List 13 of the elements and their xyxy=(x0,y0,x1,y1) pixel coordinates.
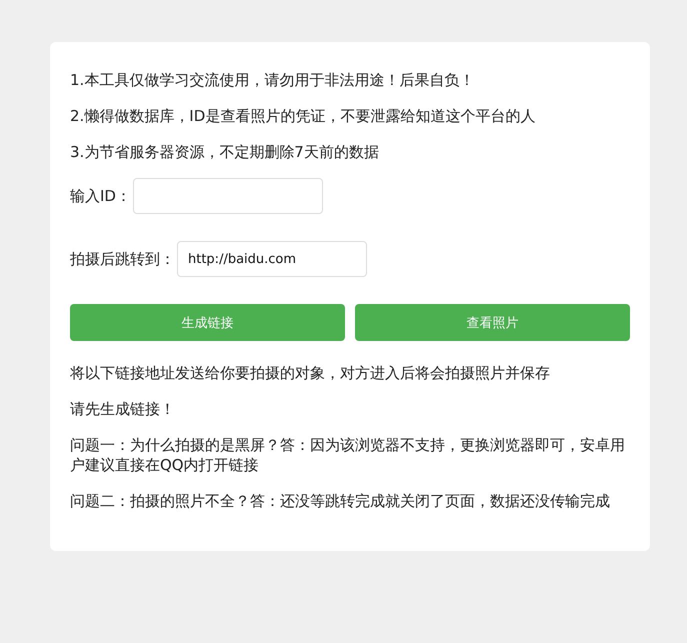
field-label: 输入ID： xyxy=(70,186,131,206)
field-label: 拍摄后跳转到： xyxy=(70,250,175,268)
notice-text: 3.为节省服务器资源，不定期删除7天前的数据 xyxy=(70,142,380,162)
message-text: 将以下链接地址发送给你要拍摄的对象，对方进入后将会拍摄照片并保存 xyxy=(70,363,551,383)
input-field[interactable]: http://baidu.com xyxy=(177,241,367,277)
action-button[interactable]: 查看照片 xyxy=(355,304,630,341)
action-button[interactable]: 生成链接 xyxy=(70,304,345,341)
notice-text: 2.懒得做数据库，ID是查看照片的凭证，不要泄露给知道这个平台的人 xyxy=(70,106,536,126)
message-text: 问题二：拍摄的照片不全？答：还没等跳转完成就关闭了页面，数据还没传输完成 xyxy=(70,491,611,511)
input-field[interactable] xyxy=(132,178,323,214)
message-text: 请先生成链接！ xyxy=(70,399,176,419)
notice-text: 1.本工具仅做学习交流使用，请勿用于非法用途！后果自负！ xyxy=(70,70,476,90)
message-text: 问题一：为什么拍摄的是黑屏？答：因为该浏览器不支持，更换浏览器即可，安卓用户建议直接在QQ内打开链接 xyxy=(70,435,626,475)
